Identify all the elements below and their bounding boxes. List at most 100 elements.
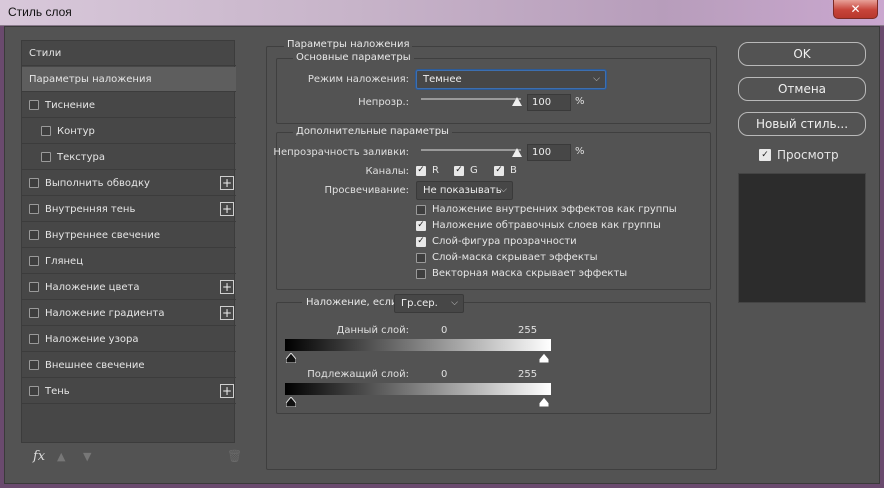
sidebar-item-gradient-overlay[interactable]: Наложение градиента + <box>22 301 236 326</box>
sidebar-item-outer-glow[interactable]: Внешнее свечение <box>22 353 236 378</box>
this-layer-min: 0 <box>441 325 448 336</box>
option-blend-clipped-layers[interactable]: ✓ Наложение обтравочных слоев как группы <box>416 220 661 231</box>
fill-opacity-slider[interactable] <box>421 149 521 151</box>
preview-toggle[interactable]: ✓ Просмотр <box>759 148 839 162</box>
add-color-overlay-button[interactable]: + <box>220 280 234 294</box>
styles-list: Стили Параметры наложения Тиснение Конту… <box>21 40 236 443</box>
move-up-icon[interactable]: ▲ <box>57 450 65 463</box>
channel-r-checkbox[interactable]: ✓ <box>416 165 426 176</box>
this-layer-black-handle[interactable] <box>286 353 296 363</box>
bevel-checkbox[interactable] <box>29 100 39 110</box>
knockout-select[interactable]: Не показывать ⌵ <box>416 181 513 200</box>
sidebar-item-pattern-overlay[interactable]: Наложение узора <box>22 327 236 352</box>
blend-if-group <box>276 302 711 414</box>
inner-glow-checkbox[interactable] <box>29 230 39 240</box>
inner-shadow-checkbox[interactable] <box>29 204 39 214</box>
chevron-down-icon: ⌵ <box>500 185 507 195</box>
stroke-checkbox[interactable] <box>29 178 39 188</box>
sidebar-item-stroke[interactable]: Выполнить обводку + <box>22 171 236 196</box>
fill-opacity-unit: % <box>575 146 585 157</box>
sidebar-item-label: Наложение узора <box>45 333 139 345</box>
opacity-slider-thumb[interactable] <box>512 97 522 106</box>
opacity-label: Непрозр.: <box>358 97 409 108</box>
sidebar-item-label: Контур <box>57 125 95 137</box>
fill-opacity-input[interactable]: 100 <box>527 144 571 161</box>
chevron-down-icon: ⌵ <box>451 298 458 308</box>
underlying-layer-gradient <box>285 383 551 395</box>
trash-icon[interactable]: 🗑 <box>227 449 242 463</box>
sidebar-item-inner-glow[interactable]: Внутреннее свечение <box>22 223 236 248</box>
opacity-input[interactable]: 100 <box>527 94 571 111</box>
new-style-button[interactable]: Новый стиль... <box>738 112 866 136</box>
gradient-overlay-checkbox[interactable] <box>29 308 39 318</box>
close-button[interactable]: ✕ <box>833 0 878 19</box>
close-icon: ✕ <box>850 2 861 16</box>
move-down-icon[interactable]: ▼ <box>83 450 91 463</box>
fill-opacity-slider-thumb[interactable] <box>512 148 522 157</box>
option-blend-interior-effects[interactable]: Наложение внутренних эффектов как группы <box>416 204 677 215</box>
pattern-overlay-checkbox[interactable] <box>29 334 39 344</box>
general-blending-title: Основные параметры <box>293 52 414 63</box>
color-overlay-checkbox[interactable] <box>29 282 39 292</box>
fx-icon[interactable]: fx <box>33 449 45 464</box>
this-layer-white-handle[interactable] <box>539 353 549 363</box>
knockout-value: Не показывать <box>423 185 502 196</box>
chevron-down-icon: ⌵ <box>593 74 600 84</box>
sidebar-item-drop-shadow[interactable]: Тень + <box>22 379 236 404</box>
underlying-layer-white-handle[interactable] <box>539 397 549 407</box>
option-checkbox[interactable] <box>416 268 426 279</box>
drop-shadow-checkbox[interactable] <box>29 386 39 396</box>
add-inner-shadow-button[interactable]: + <box>220 202 234 216</box>
plus-icon: + <box>221 202 233 216</box>
add-stroke-button[interactable]: + <box>220 176 234 190</box>
option-checkbox[interactable] <box>416 252 426 263</box>
preview-label: Просмотр <box>777 148 839 162</box>
sidebar-item-bevel-emboss[interactable]: Тиснение <box>22 93 236 118</box>
channel-g[interactable]: ✓ G <box>454 165 478 176</box>
channel-b[interactable]: ✓ B <box>494 165 517 176</box>
texture-checkbox[interactable] <box>41 152 51 162</box>
underlying-layer-min: 0 <box>441 369 448 380</box>
sidebar-item-label: Внутренняя тень <box>45 203 136 215</box>
option-checkbox[interactable] <box>416 204 426 215</box>
channel-r[interactable]: ✓ R <box>416 165 439 176</box>
ok-button[interactable]: OK <box>738 42 866 66</box>
blend-if-select[interactable]: Гр.сер. ⌵ <box>394 294 464 313</box>
satin-checkbox[interactable] <box>29 256 39 266</box>
blend-mode-select[interactable]: Темнее ⌵ <box>416 70 606 89</box>
add-gradient-overlay-button[interactable]: + <box>220 306 234 320</box>
sidebar-item-contour[interactable]: Контур <box>22 119 236 144</box>
underlying-layer-black-handle[interactable] <box>286 397 296 407</box>
outer-glow-checkbox[interactable] <box>29 360 39 370</box>
window-title: Стиль слоя <box>8 5 72 19</box>
title-bar: Стиль слоя ✕ <box>0 0 884 26</box>
plus-icon: + <box>221 306 233 320</box>
option-layer-mask-hides[interactable]: Слой-маска скрывает эффекты <box>416 252 598 263</box>
contour-checkbox[interactable] <box>41 126 51 136</box>
styles-label: Стили <box>29 47 62 59</box>
preview-checkbox[interactable]: ✓ <box>759 149 771 161</box>
this-layer-max: 255 <box>518 325 538 336</box>
channel-g-label: G <box>470 165 478 176</box>
option-vector-mask-hides[interactable]: Векторная маска скрывает эффекты <box>416 268 627 279</box>
sidebar-item-label: Текстура <box>57 151 106 163</box>
option-checkbox[interactable]: ✓ <box>416 236 426 247</box>
sidebar-item-label: Наложение градиента <box>45 307 165 319</box>
sidebar-item-satin[interactable]: Глянец <box>22 249 236 274</box>
this-layer-label: Данный слой: <box>336 325 409 336</box>
option-checkbox[interactable]: ✓ <box>416 220 426 231</box>
sidebar-item-blending-options[interactable]: Параметры наложения <box>22 67 236 92</box>
knockout-label: Просвечивание: <box>324 185 409 196</box>
opacity-slider[interactable] <box>421 98 521 100</box>
dialog-body: Стили Параметры наложения Тиснение Конту… <box>4 26 880 484</box>
channel-g-checkbox[interactable]: ✓ <box>454 165 464 176</box>
option-transparency-shapes[interactable]: ✓ Слой-фигура прозрачности <box>416 236 577 247</box>
channel-b-checkbox[interactable]: ✓ <box>494 165 504 176</box>
styles-header[interactable]: Стили <box>22 41 236 66</box>
sidebar-item-color-overlay[interactable]: Наложение цвета + <box>22 275 236 300</box>
cancel-button[interactable]: Отмена <box>738 77 866 101</box>
option-label: Векторная маска скрывает эффекты <box>432 268 628 279</box>
sidebar-item-texture[interactable]: Текстура <box>22 145 236 170</box>
add-drop-shadow-button[interactable]: + <box>220 384 234 398</box>
sidebar-item-inner-shadow[interactable]: Внутренняя тень + <box>22 197 236 222</box>
